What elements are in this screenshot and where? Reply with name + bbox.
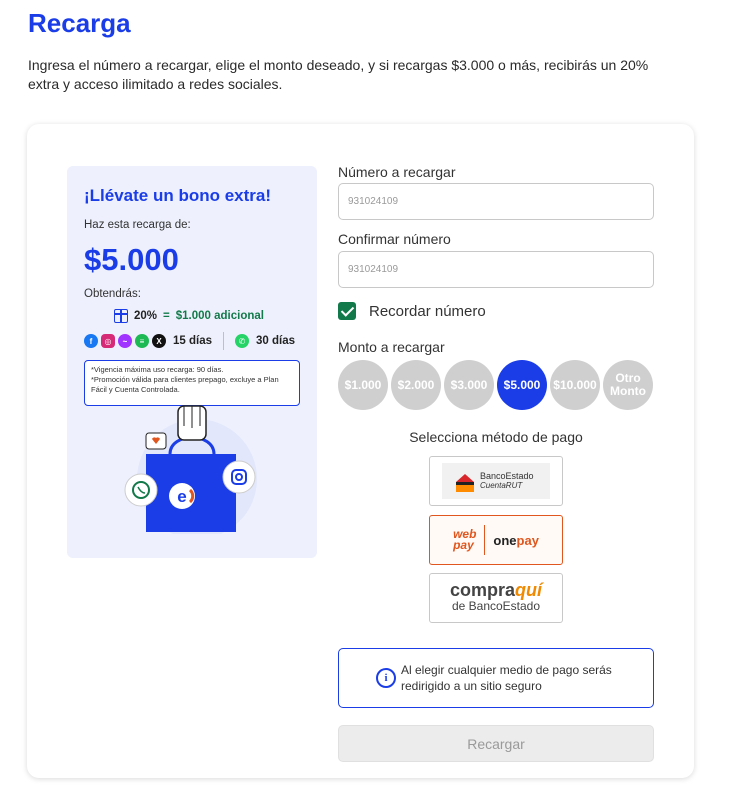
amount-option-2000[interactable]: $2.000: [391, 360, 441, 410]
bancoestado-name: BancoEstado: [480, 471, 534, 481]
compraqui-sub: de BancoEstado: [451, 599, 541, 613]
webpay-part-2: pay: [453, 538, 474, 552]
confirm-number-input[interactable]: 931024109: [338, 251, 654, 288]
page-title: Recarga: [28, 8, 131, 38]
bancoestado-sub: CuentaRUT: [480, 481, 523, 490]
bonus-equals: =: [163, 310, 170, 322]
messenger-icon: ~: [118, 334, 132, 348]
confirm-input-value: 931024109: [348, 264, 399, 275]
promo-get-label: Obtendrás:: [84, 288, 141, 300]
amount-label: Monto a recargar: [338, 339, 445, 355]
number-label: Número a recargar: [338, 164, 456, 180]
webpay-text: web pay: [453, 528, 476, 552]
recharge-card: ¡Llévate un bono extra! Haz esta recarga…: [27, 124, 694, 778]
remember-label[interactable]: Recordar número: [369, 303, 486, 320]
bancoestado-logo: BancoEstado CuentaRUT: [442, 463, 550, 499]
promo-amount: $5.000: [84, 242, 179, 277]
amount-options: $1.000 $2.000 $3.000 $5.000 $10.000 Otro…: [338, 360, 653, 410]
secure-info-box: i Al elegir cualquier medio de pago será…: [338, 648, 654, 708]
bancoestado-text: BancoEstado CuentaRUT: [480, 471, 534, 491]
logo-divider: [484, 525, 486, 555]
promo-title: ¡Llévate un bono extra!: [84, 186, 272, 205]
recharge-submit-button[interactable]: Recargar: [338, 725, 654, 762]
compraqui-logo: compraquí de BancoEstado: [449, 580, 543, 614]
social-row: f ◎ ~ ≡ X 15 días ✆ 30 días: [84, 332, 295, 350]
onepay-part-2: pay: [516, 532, 539, 548]
number-input-value: 931024109: [348, 196, 399, 207]
compraqui-title: compraquí: [449, 580, 543, 600]
remember-checkbox[interactable]: [338, 302, 356, 320]
x-icon: X: [152, 334, 166, 348]
instagram-icon: ◎: [101, 334, 115, 348]
payment-method-title: Selecciona método de pago: [409, 429, 583, 445]
promo-panel: ¡Llévate un bono extra! Haz esta recarga…: [67, 166, 317, 558]
promo-subtitle: Haz esta recarga de:: [84, 219, 191, 231]
compraqui-part-1: compra: [449, 580, 516, 600]
gift-icon: [114, 309, 128, 323]
whatsapp-days: 30 días: [256, 335, 295, 347]
onepay-part-1: one: [493, 532, 517, 548]
bonus-percent: 20%: [134, 310, 158, 322]
spotify-icon: ≡: [135, 334, 149, 348]
whatsapp-icon: ✆: [235, 334, 249, 348]
info-icon: i: [376, 668, 396, 688]
shopping-bag-illustration: e: [124, 405, 257, 534]
payment-webpay-button[interactable]: web pay onepay: [429, 515, 563, 565]
onepay-text: onepay: [493, 533, 539, 548]
bonus-row: 20% = $1.000 adicional: [114, 309, 264, 323]
secure-info-text: Al elegir cualquier medio de pago serás …: [401, 663, 612, 693]
confirm-label: Confirmar número: [338, 231, 451, 247]
payment-bancoestado-button[interactable]: BancoEstado CuentaRUT: [429, 456, 563, 506]
bancoestado-icon: [456, 472, 474, 492]
fine-print-2: *Promoción válida para clientes prepago,…: [91, 375, 279, 394]
amount-option-10000[interactable]: $10.000: [550, 360, 600, 410]
amount-option-5000[interactable]: $5.000: [497, 360, 547, 410]
intro-text: Ingresa el número a recargar, elige el m…: [28, 57, 649, 92]
compraqui-part-2: quí: [515, 580, 543, 600]
amount-option-1000[interactable]: $1.000: [338, 360, 388, 410]
fine-print-1: *Vigencia máxima uso recarga: 90 días.: [91, 365, 224, 374]
number-input[interactable]: 931024109: [338, 183, 654, 220]
divider: [223, 332, 224, 350]
webpay-onepay-logo: web pay onepay: [453, 525, 539, 555]
facebook-icon: f: [84, 334, 98, 348]
svg-text:e: e: [177, 487, 186, 506]
payment-compraqui-button[interactable]: compraquí de BancoEstado: [429, 573, 563, 623]
amount-option-3000[interactable]: $3.000: [444, 360, 494, 410]
amount-option-other[interactable]: Otro Monto: [603, 360, 653, 410]
social-days: 15 días: [173, 335, 212, 347]
fine-print-box: *Vigencia máxima uso recarga: 90 días. *…: [84, 360, 300, 406]
bonus-value: $1.000 adicional: [175, 310, 264, 322]
